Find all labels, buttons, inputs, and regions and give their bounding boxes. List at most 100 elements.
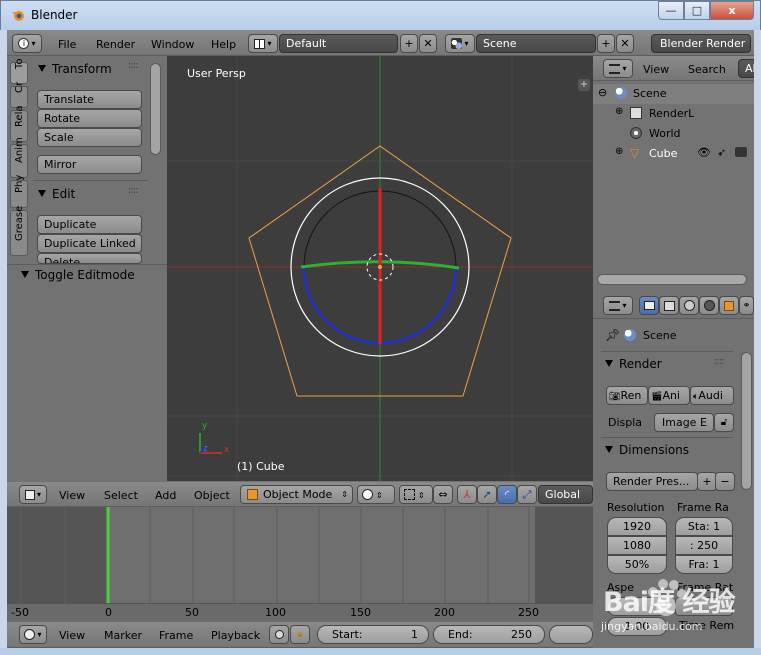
dimensions-panel-header[interactable]: Dimensions [605, 443, 689, 457]
render-image-button[interactable]: 📷︎Ren [606, 386, 648, 405]
aspect-x-field[interactable] [607, 597, 667, 616]
keying-set-button[interactable]: 🔒︎ [290, 625, 310, 644]
outliner-row-renderlayers[interactable]: ⊕ RenderL [593, 104, 754, 124]
layout-add-button[interactable]: + [400, 34, 418, 53]
auto-keyframe-record-button[interactable] [269, 625, 289, 644]
editor-type-outliner-button[interactable]: ▾ [603, 59, 633, 78]
expand-icon[interactable]: ⊕ [615, 146, 623, 157]
collapse-icon[interactable]: ⊖ [598, 86, 607, 99]
frame-end-prop-field[interactable]: : 250 [675, 536, 733, 555]
vp-menu-add[interactable]: Add [155, 489, 176, 502]
visibility-eye-icon[interactable]: 👁︎ [697, 146, 711, 159]
transform-panel-header[interactable]: Transform [38, 62, 112, 76]
current-frame-field[interactable] [549, 625, 593, 644]
render-animation-button[interactable]: 🎬︎Ani [648, 386, 690, 405]
frame-start-prop-field[interactable]: Sta: 1 [675, 517, 733, 536]
render-layers-context-tab[interactable] [659, 296, 679, 315]
renderability-camera-icon[interactable] [735, 147, 747, 157]
scale-button[interactable]: Scale [37, 128, 142, 147]
resolution-y-field[interactable]: 1080 [607, 536, 667, 555]
render-presets-select[interactable]: Render Pres... [606, 472, 698, 491]
properties-region-toggle-icon[interactable]: + [578, 79, 590, 91]
tl-menu-view[interactable]: View [59, 629, 85, 642]
resolution-percent-slider[interactable]: 50% [607, 555, 667, 574]
scale-manipulator-button[interactable]: ⤢ [517, 485, 537, 504]
duplicate-linked-button[interactable]: Duplicate Linked [37, 234, 142, 253]
properties-editor[interactable]: 📌︎ Scene Render :::: 📷︎Ren 🎬︎Ani 🔈︎Audi … [593, 319, 754, 648]
tab-animation[interactable]: Anim [10, 137, 28, 178]
frame-rate-select[interactable] [675, 597, 733, 616]
editor-type-timeline-button[interactable]: ▾ [19, 625, 47, 644]
aspect-y-field[interactable]: 1.00 [607, 617, 667, 636]
outliner-row-cube[interactable]: ⊕ ▽ Cube 👁︎ ➶ [593, 144, 754, 164]
scene-context-tab[interactable] [679, 296, 699, 315]
scene-add-button[interactable]: + [597, 34, 615, 53]
outliner-row-scene[interactable]: ⊖ Scene [593, 84, 754, 104]
tl-menu-marker[interactable]: Marker [104, 629, 142, 642]
resolution-x-field[interactable]: 1920 [607, 517, 667, 536]
translate-manipulator-button[interactable]: ➚ [477, 485, 497, 504]
tool-shelf-scrollbar[interactable] [150, 63, 161, 155]
layout-selector-button[interactable]: ▾ [248, 34, 278, 53]
constraints-context-tab[interactable]: ⚭ [739, 296, 754, 315]
scene-name-field[interactable]: Scene [476, 34, 596, 53]
interaction-mode-select[interactable]: Object Mode ⇕ [240, 485, 353, 504]
vp-menu-view[interactable]: View [59, 489, 85, 502]
duplicate-button[interactable]: Duplicate [37, 215, 142, 234]
menu-help[interactable]: Help [211, 38, 236, 51]
vp-menu-object[interactable]: Object [194, 489, 230, 502]
toggle-editmode-header[interactable]: Toggle Editmode [21, 268, 135, 282]
outliner-horizontal-scrollbar[interactable] [597, 274, 747, 285]
maximize-button[interactable]: □ [684, 1, 710, 20]
editor-type-3d-button[interactable]: ▾ [19, 485, 47, 504]
pivot-point-select[interactable]: ⇕ [399, 485, 433, 504]
menu-render[interactable]: Render [96, 38, 135, 51]
transform-orientation-select[interactable]: Global [538, 485, 593, 504]
render-audio-button[interactable]: 🔈︎Audi [690, 386, 734, 405]
menu-window[interactable]: Window [151, 38, 194, 51]
manipulator-toggle-button[interactable]: ⅄ [457, 485, 477, 504]
object-context-tab[interactable] [719, 296, 739, 315]
expand-icon[interactable]: ⊕ [615, 106, 623, 117]
frame-end-field[interactable]: End: 250 [433, 625, 545, 644]
editor-type-info-button[interactable]: i ▾ [12, 34, 42, 53]
edit-panel-header[interactable]: Edit [38, 187, 75, 201]
render-context-tab[interactable] [639, 296, 659, 315]
rotate-manipulator-button[interactable]: ◜ [497, 485, 517, 504]
display-mode-select[interactable]: Image E [654, 413, 714, 432]
preset-add-button[interactable]: + [697, 472, 717, 491]
tab-tools[interactable]: To [10, 58, 28, 84]
vp-menu-select[interactable]: Select [104, 489, 138, 502]
tab-physics[interactable]: Phy [10, 175, 28, 208]
scene-remove-button[interactable]: ✕ [616, 34, 634, 53]
outliner-menu-view[interactable]: View [643, 63, 669, 76]
drag-grip-icon[interactable]: :::: [714, 356, 725, 367]
render-panel-header[interactable]: Render [605, 357, 662, 371]
selectability-cursor-icon[interactable]: ➶ [717, 146, 726, 159]
toggle-editmode-panel[interactable]: Toggle Editmode [7, 264, 167, 284]
tl-menu-playback[interactable]: Playback [211, 629, 260, 642]
drag-grip-icon[interactable]: :::: [128, 60, 139, 71]
preset-remove-button[interactable]: − [715, 472, 735, 491]
pin-icon[interactable]: 📌︎ [605, 328, 620, 342]
outliner-display-mode-select[interactable]: Al [738, 59, 754, 78]
scene-selector-button[interactable]: ▾ [445, 34, 475, 53]
outliner[interactable]: ⊖ Scene ⊕ RenderL World ⊕ ▽ Cube 👁︎ ➶ [593, 81, 754, 293]
pivot-align-button[interactable]: ⇔ [433, 485, 453, 504]
layout-remove-button[interactable]: ✕ [419, 34, 437, 53]
timeline-editor[interactable]: -50 0 50 100 150 200 250 [7, 507, 593, 622]
lock-interface-button[interactable]: 🔓︎ [714, 413, 734, 432]
minimize-button[interactable]: — [658, 1, 684, 20]
menu-file[interactable]: File [58, 38, 76, 51]
delete-button[interactable]: Delete [37, 253, 142, 264]
3d-viewport[interactable]: y x z User Persp (1) Cube + [167, 56, 593, 481]
viewport-scene[interactable] [167, 56, 593, 481]
close-button[interactable]: x [710, 1, 754, 20]
timeline-ruler[interactable]: -50 0 50 100 150 200 250 [7, 603, 593, 622]
outliner-row-world[interactable]: World [593, 124, 754, 144]
properties-scrollbar[interactable] [741, 352, 752, 490]
drag-grip-icon[interactable]: :::: [128, 185, 139, 196]
rotate-button[interactable]: Rotate [37, 109, 142, 128]
frame-step-field[interactable]: Fra: 1 [675, 555, 733, 574]
mirror-button[interactable]: Mirror [37, 155, 142, 174]
